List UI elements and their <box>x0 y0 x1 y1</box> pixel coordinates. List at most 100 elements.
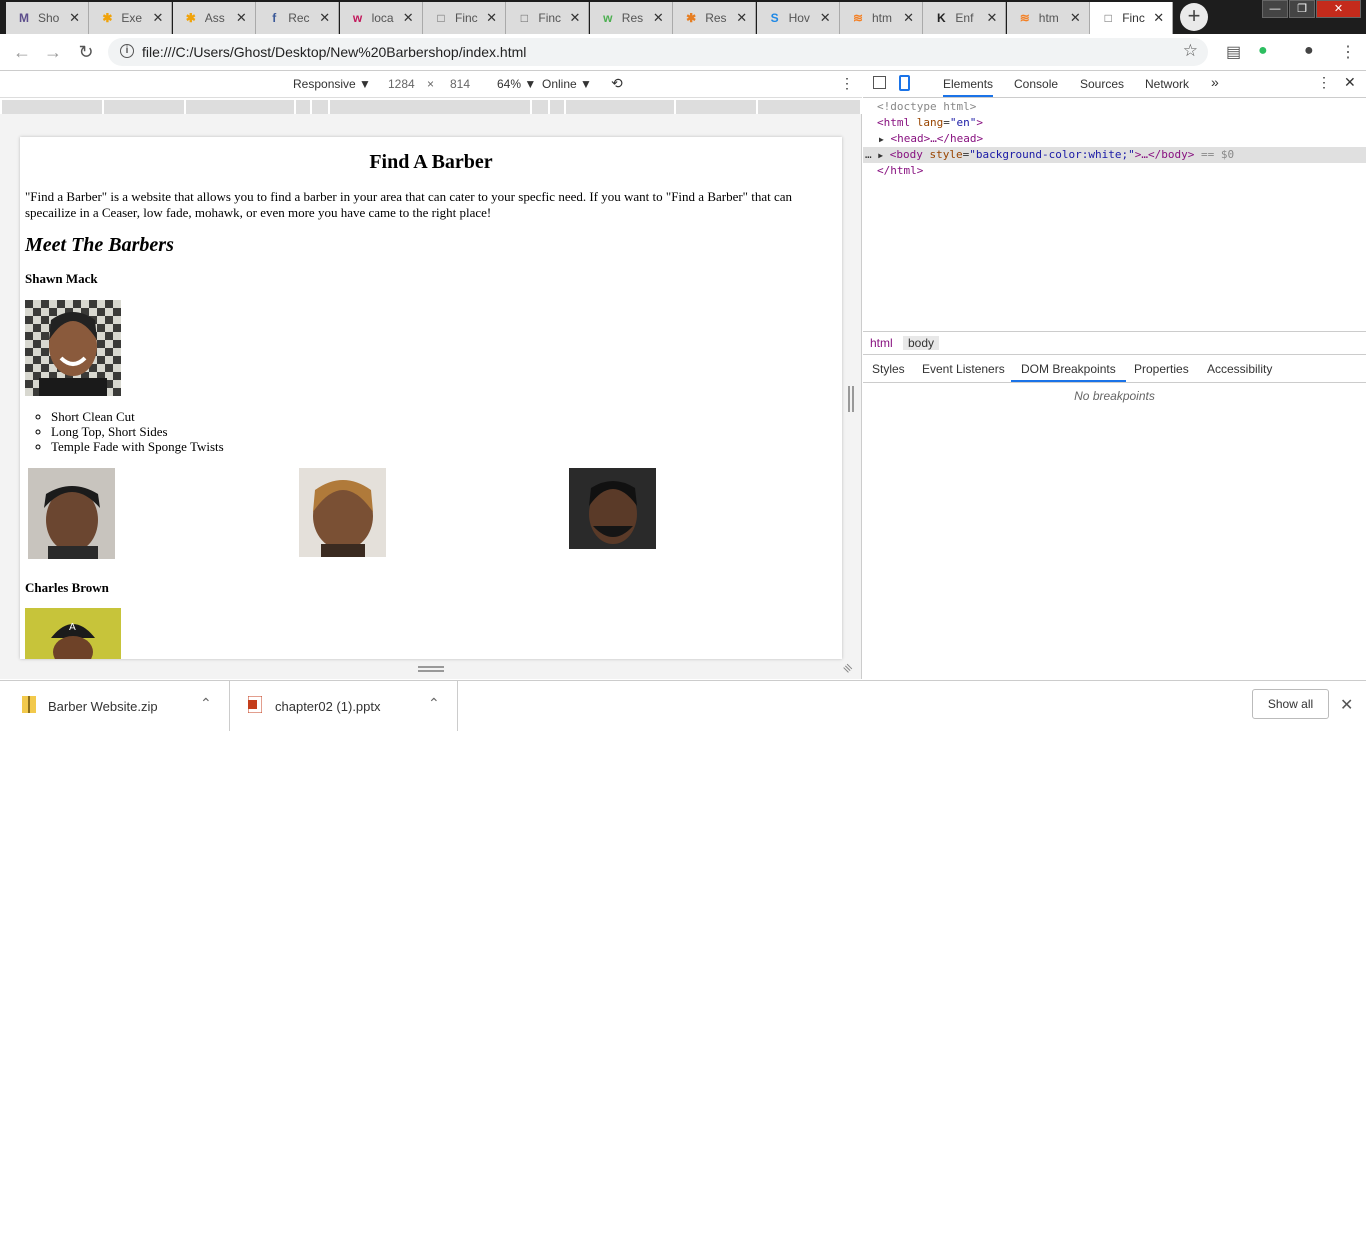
tab-styles[interactable]: Styles <box>872 362 905 376</box>
close-tab-icon[interactable]: ✕ <box>903 10 914 26</box>
dom-node-selected[interactable]: … ▶ <body style="background-color:white;… <box>863 147 1366 163</box>
tab-title: Sho <box>38 11 60 25</box>
close-window-button[interactable]: ✕ <box>1316 0 1361 18</box>
close-tab-icon[interactable]: ✕ <box>569 10 580 26</box>
download-item[interactable]: chapter02 (1).pptx ⌃ <box>230 681 458 731</box>
chrome-menu-icon[interactable]: ⋮ <box>1340 42 1356 62</box>
tab-properties[interactable]: Properties <box>1134 362 1189 376</box>
browser-tab[interactable]: ✱ Res ✕ <box>673 2 757 34</box>
tab-console[interactable]: Console <box>1014 77 1058 91</box>
device-toggle-icon[interactable] <box>899 75 910 91</box>
viewport-height-handle[interactable] <box>418 666 444 672</box>
chevron-up-icon[interactable]: ⌃ <box>200 695 212 712</box>
expand-arrow-icon[interactable]: ▶ <box>878 151 883 160</box>
close-tab-icon[interactable]: ✕ <box>486 10 497 26</box>
chevron-up-icon[interactable]: ⌃ <box>428 695 440 712</box>
favicon-icon: M <box>19 11 29 25</box>
reader-icon[interactable]: ▤ <box>1226 42 1241 62</box>
download-bar: Barber Website.zip ⌃ chapter02 (1).pptx … <box>0 680 1366 731</box>
browser-tab[interactable]: □ Finc ✕ <box>423 2 506 34</box>
favicon-icon: f <box>272 11 277 25</box>
dom-node[interactable]: ▶ <head>…</head> <box>863 131 1366 147</box>
browser-tab[interactable]: w loca ✕ <box>339 2 423 34</box>
tab-title: htm <box>1038 11 1059 25</box>
bookmark-star-icon[interactable]: ☆ <box>1183 41 1198 61</box>
rotate-icon[interactable]: ⟲ <box>611 75 623 92</box>
close-tab-icon[interactable]: ✕ <box>403 10 414 26</box>
show-all-button[interactable]: Show all <box>1252 689 1329 719</box>
favicon-icon: ✱ <box>686 11 697 25</box>
devtools-menu-icon[interactable]: ⋮ <box>1317 74 1331 91</box>
url-text[interactable]: file:///C:/Users/Ghost/Desktop/New%20Bar… <box>142 44 526 60</box>
inspect-element-icon[interactable] <box>873 76 886 89</box>
viewport-width-input[interactable]: 1284 <box>388 77 415 91</box>
browser-tab[interactable]: S Hov ✕ <box>756 2 840 34</box>
browser-tab[interactable]: w Res ✕ <box>589 2 673 34</box>
close-tab-icon[interactable]: ✕ <box>986 10 997 26</box>
tab-accessibility[interactable]: Accessibility <box>1207 362 1272 376</box>
tab-event-listeners[interactable]: Event Listeners <box>922 362 1005 376</box>
dom-node[interactable]: </html> <box>863 163 1366 179</box>
tab-sources[interactable]: Sources <box>1080 77 1124 91</box>
close-tab-icon[interactable]: ✕ <box>653 10 664 26</box>
zoom-select[interactable]: 64% ▼ <box>497 77 536 91</box>
browser-tab[interactable]: ≋ htm ✕ <box>1006 2 1090 34</box>
maximize-button[interactable]: ❐ <box>1289 0 1315 18</box>
reload-button[interactable]: ↻ <box>76 42 96 62</box>
barber-name-shawn: Shawn Mack <box>25 271 98 286</box>
tab-dom-breakpoints[interactable]: DOM Breakpoints <box>1011 362 1126 382</box>
device-toolbar-menu-icon[interactable]: ⋮ <box>840 75 854 92</box>
close-tab-icon[interactable]: ✕ <box>319 10 330 26</box>
info-icon[interactable]: i <box>120 44 134 58</box>
close-tab-icon[interactable]: ✕ <box>236 10 247 26</box>
tab-network[interactable]: Network <box>1145 77 1189 91</box>
tab-elements[interactable]: Elements <box>943 77 994 97</box>
dom-node[interactable]: <!doctype html> <box>863 99 1366 115</box>
download-item[interactable]: Barber Website.zip ⌃ <box>0 681 230 731</box>
meet-barbers-heading: Meet The Barbers <box>25 234 174 256</box>
close-tab-icon[interactable]: ✕ <box>820 10 831 26</box>
close-tab-icon[interactable]: ✕ <box>1070 10 1081 26</box>
omnibox[interactable]: i file:///C:/Users/Ghost/Desktop/New%20B… <box>108 38 1208 66</box>
browser-tab[interactable]: □ Finc ✕ <box>1090 2 1174 34</box>
close-tab-icon[interactable]: ✕ <box>736 10 747 26</box>
browser-tab[interactable]: f Rec ✕ <box>256 2 340 34</box>
close-tab-icon[interactable]: ✕ <box>1153 10 1164 26</box>
more-tabs-icon[interactable]: » <box>1211 74 1219 90</box>
haircut-photo-3 <box>569 468 656 549</box>
favicon-icon: □ <box>437 11 445 25</box>
back-button[interactable]: ← <box>12 42 32 62</box>
browser-tab[interactable]: M Sho ✕ <box>6 2 89 34</box>
new-tab-button[interactable]: + <box>1180 3 1208 31</box>
browser-tab[interactable]: ✱ Ass ✕ <box>172 2 256 34</box>
barber-photo-shawn <box>25 300 121 396</box>
viewport-resize-handle[interactable] <box>848 386 854 412</box>
list-item: Long Top, Short Sides <box>51 424 224 439</box>
breadcrumb-html[interactable]: html <box>870 336 893 350</box>
forward-button[interactable]: → <box>43 42 63 62</box>
dom-node[interactable]: <html lang="en"> <box>863 115 1366 131</box>
favicon-icon: ≋ <box>1019 11 1030 25</box>
minimize-button[interactable]: — <box>1262 0 1288 18</box>
devtools-close-icon[interactable]: ✕ <box>1344 74 1356 91</box>
viewport-height-input[interactable]: 814 <box>450 77 470 91</box>
tab-title: Finc <box>1122 11 1145 25</box>
close-download-bar-icon[interactable]: ✕ <box>1340 695 1353 715</box>
evernote-icon[interactable]: ● <box>1258 42 1268 60</box>
browser-tab[interactable]: □ Finc ✕ <box>506 2 590 34</box>
browser-tab[interactable]: K Enf ✕ <box>923 2 1007 34</box>
close-tab-icon[interactable]: ✕ <box>69 10 80 26</box>
tab-title: Exe <box>121 11 143 25</box>
devtools-panel: Elements Console Sources Network » ⋮ ✕ <… <box>863 71 1366 679</box>
device-mode-select[interactable]: Responsive ▼ <box>293 77 371 91</box>
favicon-icon: w <box>603 11 613 25</box>
expand-arrow-icon[interactable]: ▶ <box>879 135 884 144</box>
breadcrumb-body[interactable]: body <box>903 336 940 350</box>
browser-tab[interactable]: ✱ Exe ✕ <box>89 2 173 34</box>
browser-tab[interactable]: ≋ htm ✕ <box>840 2 923 34</box>
intro-paragraph: "Find a Barber" is a website that allows… <box>25 189 793 220</box>
close-tab-icon[interactable]: ✕ <box>152 10 163 26</box>
media-query-ruler[interactable] <box>2 100 860 114</box>
network-throttle-select[interactable]: Online ▼ <box>542 77 592 91</box>
profile-icon[interactable]: ● <box>1304 42 1314 60</box>
